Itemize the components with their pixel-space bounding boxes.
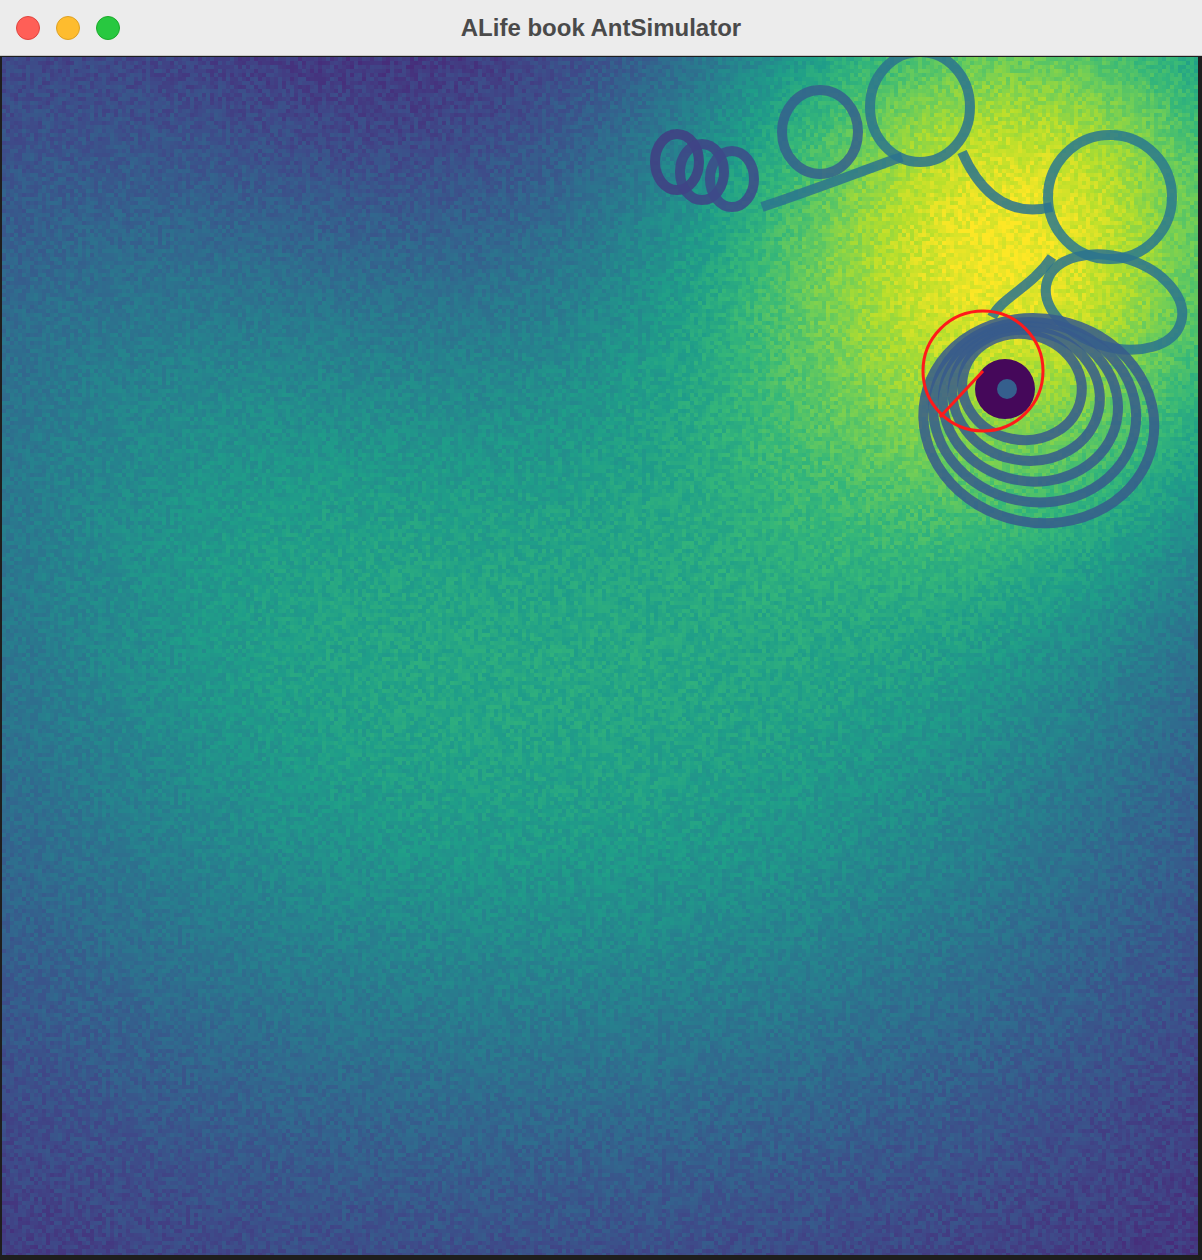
title-bar[interactable]: ALife book AntSimulator [0, 0, 1202, 56]
zoom-icon[interactable] [96, 16, 120, 40]
app-window: ALife book AntSimulator [0, 0, 1202, 1260]
minimize-icon[interactable] [56, 16, 80, 40]
window-title: ALife book AntSimulator [321, 10, 881, 46]
close-icon[interactable] [16, 16, 40, 40]
canvas-area [0, 56, 1202, 1260]
window-controls [16, 16, 120, 40]
simulation-canvas[interactable] [2, 57, 1198, 1255]
